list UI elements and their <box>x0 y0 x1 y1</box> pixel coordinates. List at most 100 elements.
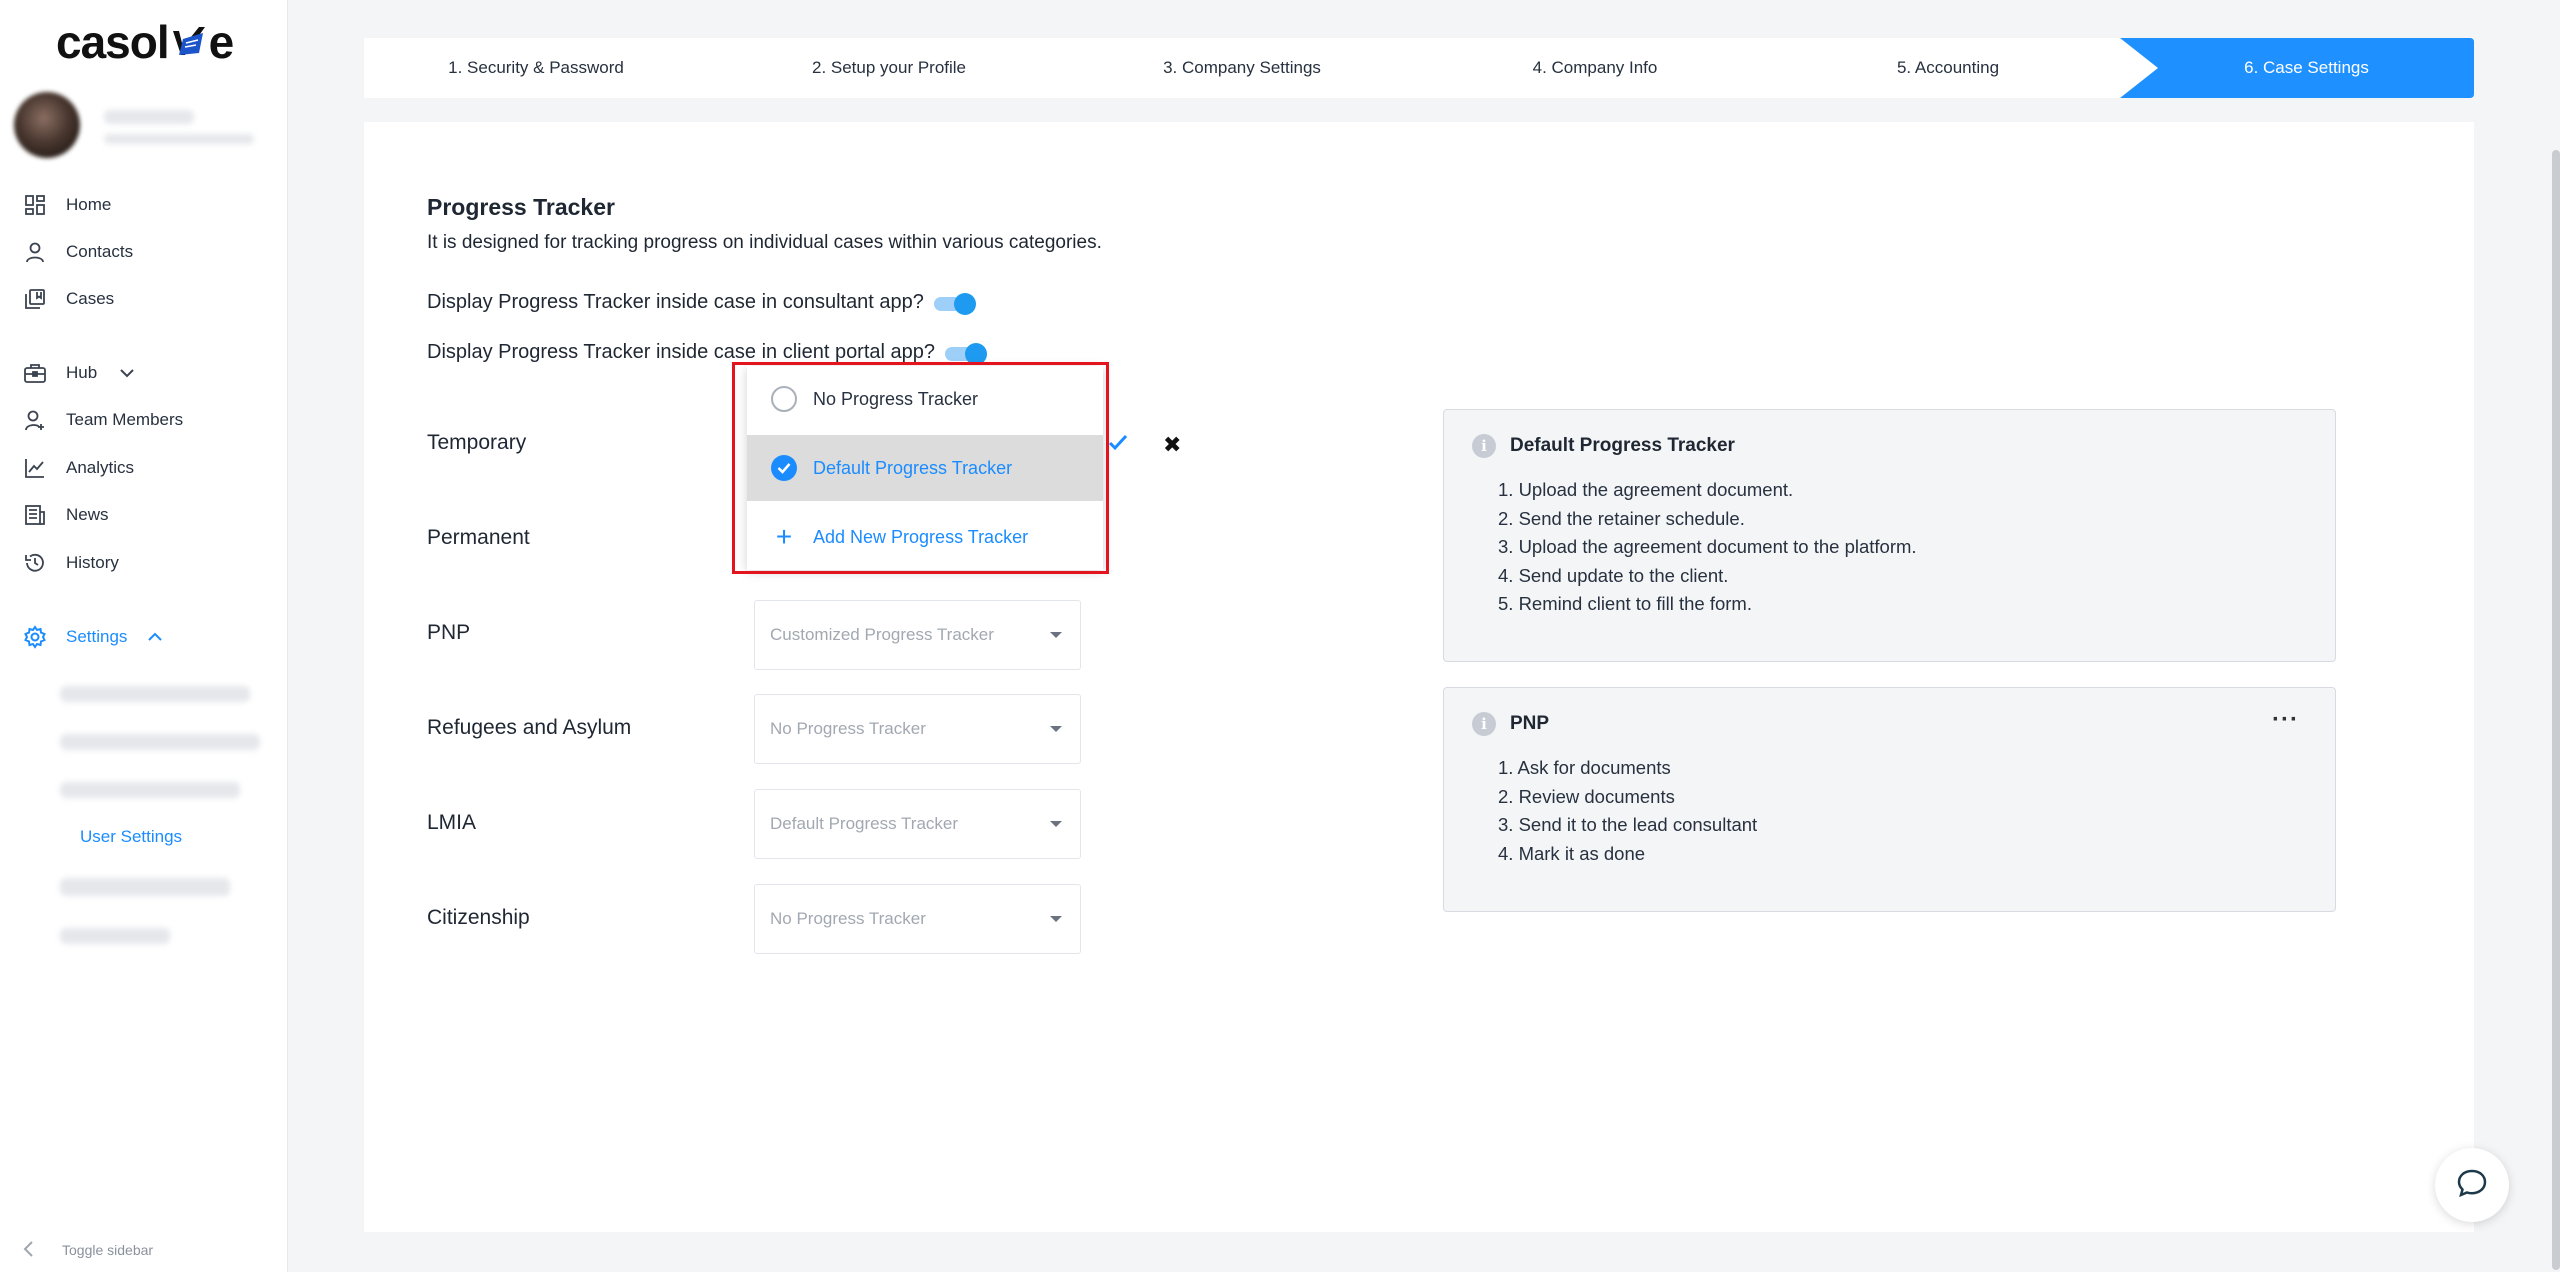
team-icon <box>22 407 48 433</box>
list-item: 5. Remind client to fill the form. <box>1498 593 1752 614</box>
sidebar-item-label: News <box>66 505 109 524</box>
panel-step-list: 1. Ask for documents 2. Review documents… <box>1498 754 1757 868</box>
chat-support-button[interactable] <box>2435 1148 2509 1222</box>
panel-header: i PNP <box>1472 712 1549 736</box>
sidebar-item-settings[interactable]: Settings <box>22 619 163 655</box>
cancel-x-icon[interactable]: ✖ <box>1163 432 1181 458</box>
page-scrollbar[interactable] <box>2552 150 2560 1270</box>
setup-stepper: 1. Security & Password 2. Setup your Pro… <box>364 38 2474 98</box>
caret-down-icon <box>1050 916 1062 922</box>
sidebar-item-label: Cases <box>66 289 115 308</box>
news-icon <box>22 502 48 528</box>
chat-bubble-icon <box>2456 1168 2488 1203</box>
page-title: Progress Tracker <box>427 194 615 220</box>
select-value: No Progress Tracker <box>770 909 926 928</box>
sidebar-item-home[interactable]: Home <box>22 187 111 223</box>
select-value: Customized Progress Tracker <box>770 625 994 644</box>
user-profile[interactable] <box>14 92 274 164</box>
list-item: 3. Send it to the lead consultant <box>1498 814 1758 835</box>
chevron-down-icon[interactable] <box>119 363 135 383</box>
more-options-icon[interactable]: ··· <box>2272 706 2299 734</box>
chart-icon <box>22 455 48 481</box>
sidebar-item-history[interactable]: History <box>22 545 119 581</box>
panel-title: PNP <box>1510 713 1550 734</box>
tracker-select-lmia[interactable]: Default Progress Tracker <box>754 789 1081 859</box>
sidebar-item-contacts[interactable]: Contacts <box>22 234 133 270</box>
list-item: 2. Review documents <box>1498 785 1675 807</box>
panel-title: Default Progress Tracker <box>1510 435 1735 456</box>
panel-default-progress-tracker: i Default Progress Tracker 1. Upload the… <box>1443 409 2336 662</box>
logo[interactable]: casol e <box>56 14 235 70</box>
confirm-check-icon[interactable] <box>1108 434 1128 457</box>
sidebar: casol e Home Contacts Cases Hub Team Mem… <box>0 0 288 1272</box>
settings-subitem-blurred[interactable] <box>60 734 260 750</box>
tracker-select-citizenship[interactable]: No Progress Tracker <box>754 884 1081 954</box>
case-category-label: LMIA <box>427 811 477 834</box>
person-icon <box>22 239 48 265</box>
sidebar-item-label: Settings <box>66 627 128 646</box>
toggle-sidebar-button[interactable]: Toggle sidebar <box>22 1236 153 1264</box>
sidebar-item-label: History <box>66 553 119 572</box>
panel-step-list: 1. Upload the agreement document. 2. Sen… <box>1498 476 1917 619</box>
chevron-left-icon <box>22 1240 42 1261</box>
gear-icon <box>22 624 48 650</box>
logo-text-left: casol <box>56 16 170 68</box>
page-description: It is designed for tracking progress on … <box>427 232 1102 253</box>
logo-mark-icon <box>171 25 207 59</box>
user-name-blurred <box>104 110 194 124</box>
tracker-select-refugees[interactable]: No Progress Tracker <box>754 694 1081 764</box>
sidebar-item-label: Hub <box>66 363 98 382</box>
list-item: 1. Ask for documents <box>1498 757 1671 778</box>
case-category-label: Citizenship <box>427 906 530 929</box>
chevron-up-icon[interactable] <box>147 627 163 647</box>
select-value: Default Progress Tracker <box>770 814 959 833</box>
step-company-settings[interactable]: 3. Company Settings <box>1070 38 1414 98</box>
caret-down-icon <box>1050 726 1062 732</box>
sidebar-item-hub[interactable]: Hub <box>22 355 135 391</box>
main-card <box>364 122 2474 1232</box>
sidebar-item-label: Contacts <box>66 242 134 261</box>
caret-down-icon <box>1050 632 1062 638</box>
sidebar-item-label: Analytics <box>66 458 135 477</box>
highlight-box <box>732 362 1109 574</box>
sidebar-item-label: Home <box>66 195 112 214</box>
history-icon <box>22 550 48 576</box>
sidebar-item-news[interactable]: News <box>22 497 109 533</box>
settings-subitem-blurred[interactable] <box>60 928 170 944</box>
sidebar-item-analytics[interactable]: Analytics <box>22 450 134 486</box>
step-case-settings[interactable]: 6. Case Settings <box>2139 38 2474 98</box>
logo-text-right: e <box>208 16 235 68</box>
settings-subitem-blurred[interactable] <box>60 878 230 896</box>
panel-header: i Default Progress Tracker <box>1472 434 1735 458</box>
sidebar-item-team-members[interactable]: Team Members <box>22 402 183 438</box>
list-item: 3. Upload the agreement document to the … <box>1498 536 1917 557</box>
case-category-label: Permanent <box>427 526 530 549</box>
avatar <box>14 92 80 158</box>
list-item: 4. Mark it as done <box>1498 842 1646 864</box>
step-security[interactable]: 1. Security & Password <box>364 38 708 98</box>
consultant-app-toggle-label: Display Progress Tracker inside case in … <box>427 291 924 313</box>
case-category-label: PNP <box>427 621 471 644</box>
info-icon: i <box>1472 712 1496 736</box>
step-accounting[interactable]: 5. Accounting <box>1776 38 2120 98</box>
briefcase-icon <box>22 360 48 386</box>
user-email-blurred <box>104 134 254 144</box>
client-portal-toggle-row: Display Progress Tracker inside case in … <box>427 341 989 365</box>
consultant-app-toggle-row: Display Progress Tracker inside case in … <box>427 291 978 315</box>
toggle-sidebar-label: Toggle sidebar <box>62 1242 154 1258</box>
consultant-app-toggle[interactable] <box>933 292 978 315</box>
case-category-label: Refugees and Asylum <box>427 716 632 739</box>
list-item: 4. Send update to the client. <box>1498 564 1729 586</box>
tracker-select-pnp[interactable]: Customized Progress Tracker <box>754 600 1081 670</box>
client-portal-toggle[interactable] <box>945 342 989 365</box>
settings-subitem-blurred[interactable] <box>60 686 250 702</box>
list-item: 2. Send the retainer schedule. <box>1498 507 1745 529</box>
settings-subitem-blurred[interactable] <box>60 782 240 798</box>
info-icon: i <box>1472 434 1496 458</box>
list-item: 1. Upload the agreement document. <box>1498 479 1794 500</box>
settings-subitem-user-settings[interactable]: User Settings <box>80 827 182 847</box>
sidebar-item-cases[interactable]: Cases <box>22 281 114 317</box>
step-company-info[interactable]: 4. Company Info <box>1423 38 1767 98</box>
client-portal-toggle-label: Display Progress Tracker inside case in … <box>427 341 936 363</box>
step-profile[interactable]: 2. Setup your Profile <box>717 38 1061 98</box>
